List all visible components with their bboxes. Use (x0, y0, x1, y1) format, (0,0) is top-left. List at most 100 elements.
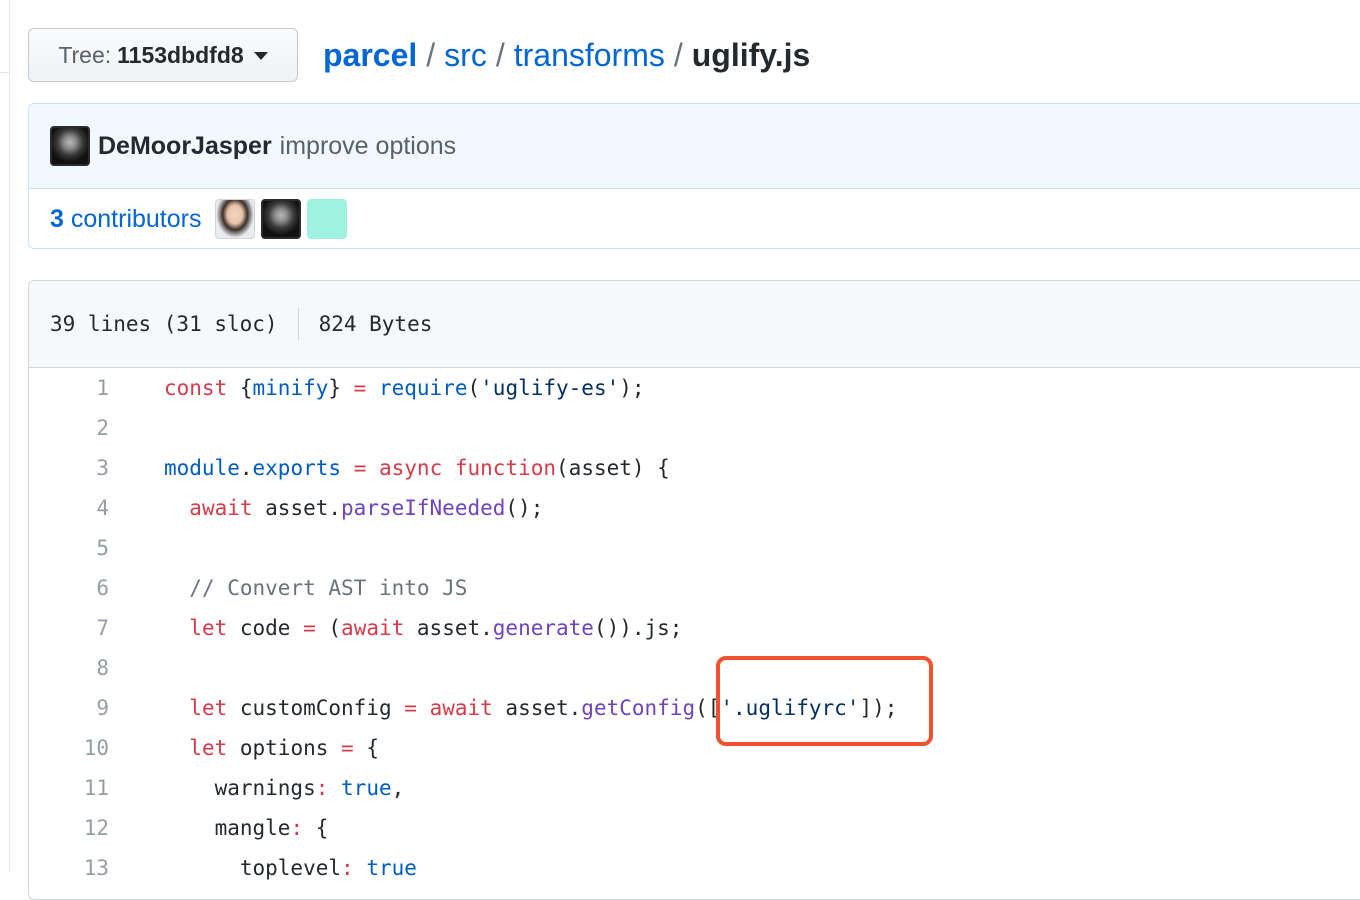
code-token: customConfig (227, 696, 405, 720)
contributors-count: 3 (50, 204, 64, 233)
code-line: 1 const {minify} = require('uglify-es'); (29, 368, 1360, 408)
code-token: = (404, 696, 417, 720)
breadcrumb-separator: / (426, 36, 436, 73)
file-line-count: 39 lines (31 sloc) (50, 312, 278, 336)
code-token: ); (619, 376, 645, 400)
commit-sha: 1153dbdfd8 (117, 41, 244, 68)
code-token: let (189, 736, 228, 760)
code-token: async (379, 456, 443, 480)
line-number[interactable]: 9 (29, 696, 109, 720)
breadcrumb-src-link[interactable]: src (444, 37, 487, 74)
code-line: 10 let options = { (29, 728, 1360, 768)
file-size: 824 Bytes (318, 312, 433, 336)
author-avatar[interactable] (50, 126, 90, 166)
latest-commit-row: DeMoorJasper improve options (29, 104, 1360, 189)
contributor-avatar[interactable] (307, 199, 348, 239)
line-number[interactable]: 8 (29, 656, 109, 680)
code-text: warnings: true, (109, 776, 405, 800)
code-line: 3 module.exports = async function(asset) … (29, 448, 1360, 488)
code-token: require (378, 376, 468, 400)
code-token: const (164, 376, 228, 400)
code-token: : (341, 856, 354, 880)
code-token: code (227, 616, 304, 640)
line-number[interactable]: 12 (29, 816, 109, 840)
line-number[interactable]: 3 (29, 456, 109, 480)
code-token: // Convert AST into JS (189, 576, 468, 600)
code-text: toplevel: true (109, 856, 417, 880)
code-text: let code = (await asset.generate()).js; (109, 616, 682, 640)
code-token: let (189, 696, 228, 720)
line-number[interactable]: 1 (29, 376, 109, 400)
code-token: : (290, 816, 304, 840)
code-line: 9 let customConfig = await asset.getConf… (29, 688, 1360, 728)
code-text: // Convert AST into JS (109, 576, 467, 600)
file-info-bar: 39 lines (31 sloc) 824 Bytes (29, 281, 1360, 368)
left-border (9, 0, 10, 872)
file-info-divider (297, 308, 299, 340)
code-line: 13 toplevel: true (29, 848, 1360, 888)
code-token: getConfig (581, 696, 696, 720)
line-number[interactable]: 7 (29, 616, 109, 640)
code-token: } (328, 376, 354, 400)
code-token: = (353, 376, 367, 400)
breadcrumb-repo-link[interactable]: parcel (323, 37, 417, 74)
code-token: asset. (404, 616, 493, 640)
code-token: = (303, 616, 316, 640)
code-token: (asset) { (556, 456, 670, 480)
code-token: minify (252, 376, 329, 400)
contributors-label: contributors (70, 204, 202, 233)
code-text: mangle: { (109, 816, 329, 840)
commit-tease: DeMoorJasper improve options 3 contribut… (28, 103, 1360, 249)
line-number[interactable]: 6 (29, 576, 109, 600)
code-line: 4 await asset.parseIfNeeded(); (29, 488, 1360, 528)
code-text: let options = { (109, 736, 379, 760)
code-token: ()).js; (593, 616, 683, 640)
code-text: const {minify} = require('uglify-es'); (109, 376, 645, 400)
commit-author-link[interactable]: DeMoorJasper (98, 132, 272, 161)
breadcrumb-filename: uglify.js (691, 36, 811, 73)
line-number[interactable]: 11 (29, 776, 109, 800)
line-number[interactable]: 4 (29, 496, 109, 520)
code-text: await asset.parseIfNeeded(); (109, 496, 543, 520)
line-number[interactable]: 13 (29, 856, 109, 880)
code-token: module (164, 456, 240, 480)
line-number[interactable]: 10 (29, 736, 109, 760)
line-number[interactable]: 5 (29, 536, 109, 560)
code-token: : (315, 776, 329, 800)
code-line: 6 // Convert AST into JS (29, 568, 1360, 608)
breadcrumb-separator: / (673, 36, 683, 73)
contributor-avatar[interactable] (261, 199, 302, 239)
code-token: . (239, 456, 253, 480)
code-token: exports (252, 456, 342, 480)
code-token: mangle (164, 816, 291, 840)
line-number[interactable]: 2 (29, 416, 109, 440)
code-line: 11 warnings: true, (29, 768, 1360, 808)
code-token: await (189, 496, 253, 520)
code-token: generate (492, 616, 594, 640)
code-token: await (429, 696, 493, 720)
code-token: parseIfNeeded (341, 496, 506, 520)
code-token: = (353, 456, 367, 480)
contributors-link[interactable]: 3 contributors (50, 205, 201, 234)
code-token: warnings (164, 776, 316, 800)
tree-label: Tree: (58, 41, 112, 68)
code-token: { (353, 736, 379, 760)
code-token: options (227, 736, 342, 760)
code-body: 1 const {minify} = require('uglify-es'); 2… (29, 368, 1360, 888)
branch-select-button[interactable]: Tree: 1153dbdfd8 (28, 28, 298, 82)
code-token: 'uglify-es' (480, 376, 620, 400)
code-token: ( (315, 616, 342, 640)
code-line: 5 (29, 528, 1360, 568)
commit-message-link[interactable]: improve options (280, 132, 456, 161)
code-line: 12 mangle: { (29, 808, 1360, 848)
contributor-avatar[interactable] (215, 199, 256, 239)
highlight-annotation (716, 656, 933, 746)
breadcrumb-transforms-link[interactable]: transforms (514, 37, 665, 74)
